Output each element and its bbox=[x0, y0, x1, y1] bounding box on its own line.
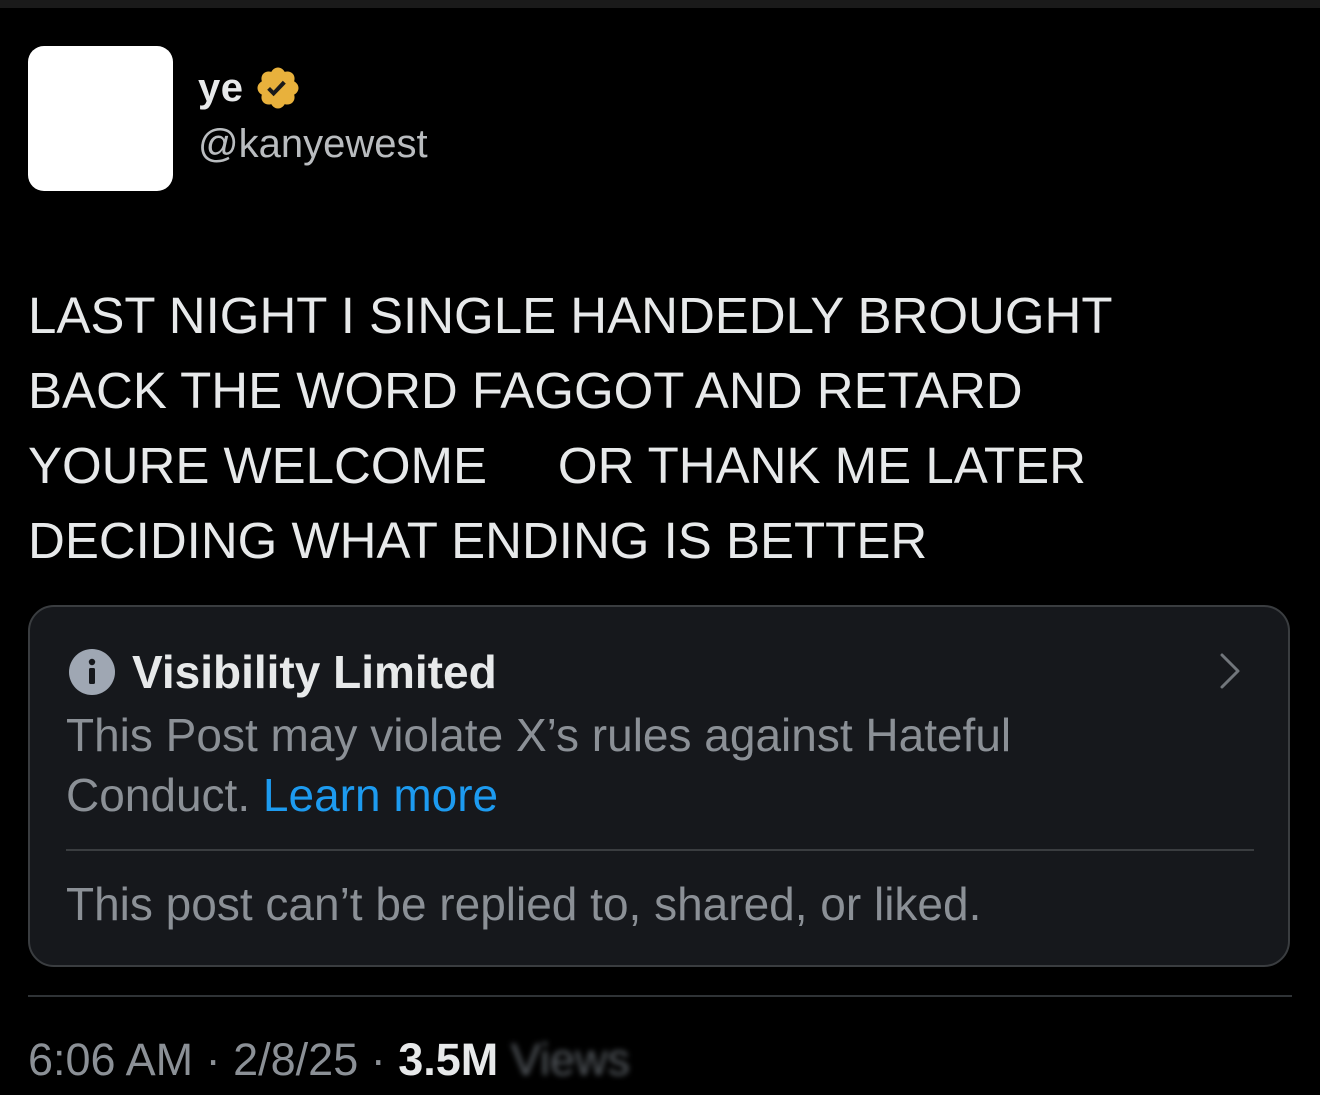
meta-separator: · bbox=[193, 1034, 234, 1085]
notice-body-text: This Post may violate X’s rules against … bbox=[66, 709, 1012, 821]
post-date[interactable]: 2/8/25 bbox=[233, 1034, 358, 1086]
notice-header: Visibility Limited bbox=[68, 645, 497, 699]
post-time[interactable]: 6:06 AM bbox=[28, 1034, 193, 1086]
top-strip bbox=[0, 0, 1320, 8]
post-text-line: DECIDING WHAT ENDING IS BETTER bbox=[28, 512, 928, 569]
notice-title: Visibility Limited bbox=[132, 646, 497, 698]
info-icon bbox=[68, 648, 116, 696]
post-text-line: YOURE WELCOME OR THANK ME LATER bbox=[28, 437, 1086, 494]
post-text: LAST NIGHT I SINGLE HANDEDLY BROUGHT BAC… bbox=[28, 278, 1288, 578]
views-count: 3.5M bbox=[398, 1034, 499, 1085]
author-handle[interactable]: @kanyewest bbox=[198, 122, 428, 167]
post-text-line: BACK THE WORD FAGGOT AND RETARD bbox=[28, 362, 1023, 419]
visibility-notice-card[interactable]: Visibility Limited This Post may violate… bbox=[28, 605, 1290, 967]
post-text-line: LAST NIGHT I SINGLE HANDEDLY BROUGHT bbox=[28, 287, 1113, 344]
meta-divider bbox=[28, 995, 1292, 997]
learn-more-link[interactable]: Learn more bbox=[263, 769, 498, 821]
post-meta: 6:06 AM · 2/8/25 · 3.5M Views bbox=[28, 1034, 630, 1086]
meta-separator: · bbox=[358, 1034, 399, 1085]
notice-footer: This post can’t be replied to, shared, o… bbox=[66, 878, 982, 930]
avatar[interactable] bbox=[28, 46, 173, 191]
display-name[interactable]: ye bbox=[198, 66, 244, 111]
verified-badge-icon bbox=[254, 64, 302, 112]
chevron-right-icon[interactable] bbox=[1216, 651, 1244, 691]
notice-body: This Post may violate X’s rules against … bbox=[66, 705, 1186, 825]
notice-divider bbox=[66, 849, 1254, 851]
views-label: Views bbox=[498, 1034, 631, 1085]
author-name-row[interactable]: ye bbox=[198, 60, 302, 116]
